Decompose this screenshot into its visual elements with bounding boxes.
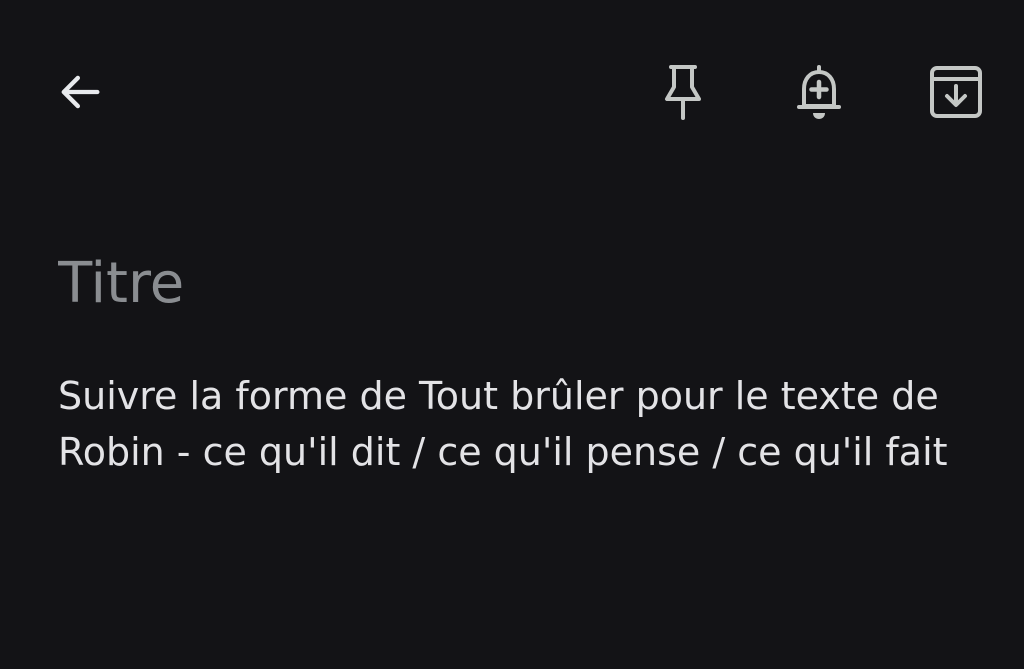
archive-button[interactable] bbox=[916, 52, 996, 132]
pin-button[interactable] bbox=[643, 52, 723, 132]
archive-icon bbox=[930, 66, 982, 118]
note-editor: Suivre la forme de Tout brûler pour le t… bbox=[0, 0, 1024, 669]
note-body-text[interactable]: Suivre la forme de Tout brûler pour le t… bbox=[58, 368, 1008, 480]
bell-plus-icon bbox=[797, 65, 841, 119]
note-title-input[interactable] bbox=[58, 248, 978, 318]
reminder-button[interactable] bbox=[779, 52, 859, 132]
back-button[interactable] bbox=[40, 52, 120, 132]
arrow-left-icon bbox=[61, 75, 100, 109]
pin-icon bbox=[665, 65, 701, 120]
